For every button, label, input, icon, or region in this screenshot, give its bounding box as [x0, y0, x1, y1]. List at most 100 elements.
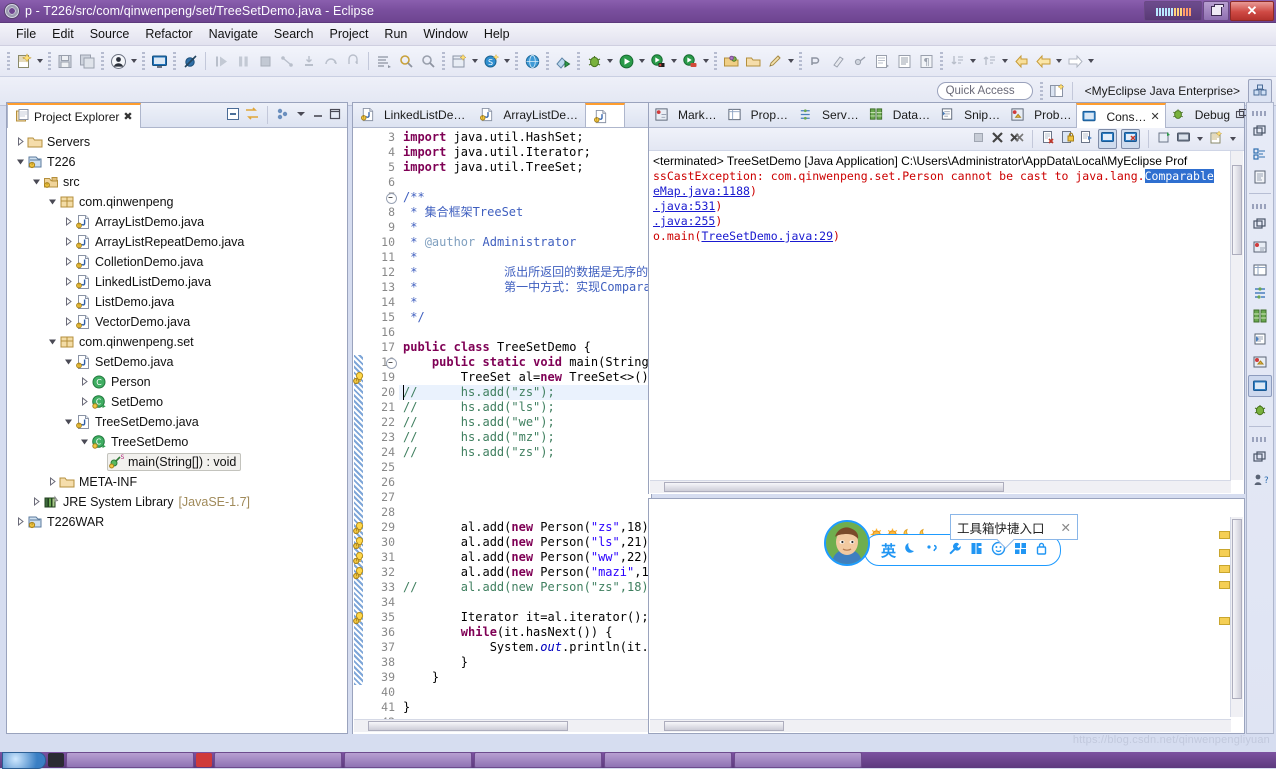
menu-item-navigate[interactable]: Navigate — [201, 25, 266, 43]
tree-item[interactable]: ! SetDemo.java — [9, 352, 347, 372]
overview-marker[interactable] — [1219, 565, 1230, 573]
save-all-icon[interactable] — [76, 50, 98, 72]
tab-project-explorer[interactable]: Project Explorer ✖ — [7, 103, 141, 128]
tree-item-content[interactable]: ! T226WAR — [27, 514, 104, 530]
editor-tab-1[interactable]: ! ArrayListDe… — [472, 103, 585, 127]
tree-item-content[interactable]: C SetDemo — [91, 394, 163, 410]
overview-marker[interactable] — [1219, 531, 1230, 539]
editor-tab-0[interactable]: ! LinkedListDe… — [353, 103, 472, 127]
avatar[interactable] — [824, 520, 870, 566]
scroll-lock-icon[interactable] — [1060, 130, 1075, 148]
problems-view-icon[interactable] — [1249, 352, 1271, 372]
active-perspective-label[interactable]: <MyEclipse Java Enterprise> — [1077, 84, 1248, 98]
chevron-right-icon[interactable] — [77, 376, 91, 388]
pencil-dropdown-icon[interactable] — [786, 50, 796, 72]
toolbar-grip[interactable] — [577, 52, 580, 70]
myeclipse-snapshot-dropdown-icon[interactable] — [502, 50, 512, 72]
tree-item[interactable]: ! VectorDemo.java — [9, 312, 347, 332]
quick-access-input[interactable]: Quick Access — [936, 82, 1033, 100]
fold-toggle-icon[interactable] — [386, 358, 397, 369]
console-exception-line[interactable]: ssCastException: com.qinwenpeng.set.Pers… — [653, 169, 1240, 184]
run-dropdown-icon[interactable] — [637, 50, 647, 72]
next-annotation-icon[interactable] — [871, 50, 893, 72]
eraser-icon[interactable] — [827, 50, 849, 72]
taskbar-item[interactable] — [66, 752, 194, 768]
console-vscroll-thumb[interactable] — [1232, 165, 1242, 255]
overview-marker[interactable] — [1219, 549, 1230, 557]
task-list-icon[interactable] — [1249, 167, 1271, 187]
sidebar-grip[interactable] — [1252, 437, 1268, 442]
terminate-console-icon[interactable] — [971, 130, 986, 148]
console-stacktrace-line[interactable]: o.main(TreeSetDemo.java:29) — [653, 229, 1240, 244]
chevron-right-icon[interactable] — [61, 216, 75, 228]
tree-item-content[interactable]: ! TreeSetDemo.java — [75, 414, 199, 430]
overview-marker[interactable] — [1219, 617, 1230, 625]
console-tab-7[interactable]: Debug — [1166, 103, 1235, 127]
close-icon[interactable]: ✖ — [123, 110, 132, 123]
editor-tab-2[interactable]: ! — [585, 103, 626, 127]
chevron-right-icon[interactable] — [61, 236, 75, 248]
open-console-icon[interactable] — [148, 50, 170, 72]
toolbar-grip[interactable] — [7, 52, 10, 70]
next-edit-dropdown-icon[interactable] — [968, 50, 978, 72]
toolbar-grip[interactable] — [714, 52, 717, 70]
sidebar-grip[interactable] — [1252, 111, 1268, 116]
close-icon[interactable]: ✕ — [1061, 520, 1071, 535]
tree-item-content[interactable]: META-INF — [59, 474, 137, 490]
display-selected-console-icon[interactable] — [1176, 130, 1191, 148]
pin-console-icon[interactable] — [1079, 130, 1094, 148]
wrench-icon[interactable] — [947, 541, 962, 559]
new-wizard-dropdown-icon[interactable] — [35, 50, 45, 72]
pin-icon[interactable] — [1157, 130, 1172, 148]
step-into-icon[interactable] — [298, 50, 320, 72]
console-tab-6[interactable]: Cons… ✕ — [1076, 103, 1166, 128]
tree-item[interactable]: C Person — [9, 372, 347, 392]
link-with-editor-icon[interactable] — [244, 106, 260, 125]
stacktrace-link[interactable]: eMap.java:1188 — [653, 184, 750, 198]
tree-item[interactable]: C TreeSetDemo — [9, 432, 347, 452]
chevron-down-icon[interactable] — [61, 417, 75, 428]
minimize-button[interactable] — [1144, 1, 1202, 21]
tree-item[interactable]: C SetDemo — [9, 392, 347, 412]
pilcrow-icon[interactable]: ¶ — [915, 50, 937, 72]
console-tab-5[interactable]: Prob… — [1005, 103, 1076, 127]
toolbar-grip[interactable] — [442, 52, 445, 70]
myeclipse-user-icon[interactable] — [107, 50, 129, 72]
toolbar-grip[interactable] — [173, 52, 176, 70]
tree-item-content[interactable]: C TreeSetDemo — [91, 434, 188, 450]
pencil-icon[interactable] — [764, 50, 786, 72]
chevron-down-icon[interactable] — [29, 177, 43, 188]
moon-icon[interactable] — [903, 541, 918, 559]
lower-right-hscroll-thumb[interactable] — [664, 721, 784, 731]
lock-icon[interactable] — [1035, 541, 1048, 559]
prev-edit-icon[interactable] — [978, 50, 1000, 72]
save-icon[interactable] — [54, 50, 76, 72]
new-web-project-icon[interactable] — [448, 50, 470, 72]
new-wizard-icon[interactable] — [13, 50, 35, 72]
taskbar-item[interactable] — [604, 752, 732, 768]
tree-item[interactable]: JRE System Library [JavaSE-1.7] — [9, 492, 347, 512]
back-history-icon[interactable] — [1010, 50, 1032, 72]
browser-icon[interactable] — [521, 50, 543, 72]
perspective-grip[interactable] — [1039, 82, 1043, 100]
toggle-mark-icon[interactable] — [849, 50, 871, 72]
tree-item-content[interactable]: ! ColletionDemo.java — [75, 254, 203, 270]
menu-item-edit[interactable]: Edit — [44, 25, 82, 43]
open-folder-icon[interactable] — [742, 50, 764, 72]
taskbar-item[interactable] — [214, 752, 342, 768]
tree-item[interactable]: ! ColletionDemo.java — [9, 252, 347, 272]
remove-all-launches-icon[interactable] — [1009, 130, 1024, 148]
chevron-right-icon[interactable] — [61, 296, 75, 308]
back-dropdown-icon[interactable] — [1054, 50, 1064, 72]
ime-mode-label[interactable]: 英 — [881, 540, 896, 561]
show-console-on-output-icon[interactable] — [1098, 129, 1117, 149]
chevron-right-icon[interactable] — [61, 256, 75, 268]
tree-item[interactable]: ! ListDemo.java — [9, 292, 347, 312]
next-edit-icon[interactable] — [946, 50, 968, 72]
debug-view-icon[interactable] — [1249, 400, 1271, 420]
tree-item-content[interactable]: C Person — [91, 374, 151, 390]
stacktrace-link[interactable]: TreeSetDemo.java:29 — [701, 229, 833, 243]
chevron-down-icon[interactable] — [13, 157, 27, 168]
toolbar-grip[interactable] — [940, 52, 943, 70]
tree-item[interactable]: ! ArrayListRepeatDemo.java — [9, 232, 347, 252]
